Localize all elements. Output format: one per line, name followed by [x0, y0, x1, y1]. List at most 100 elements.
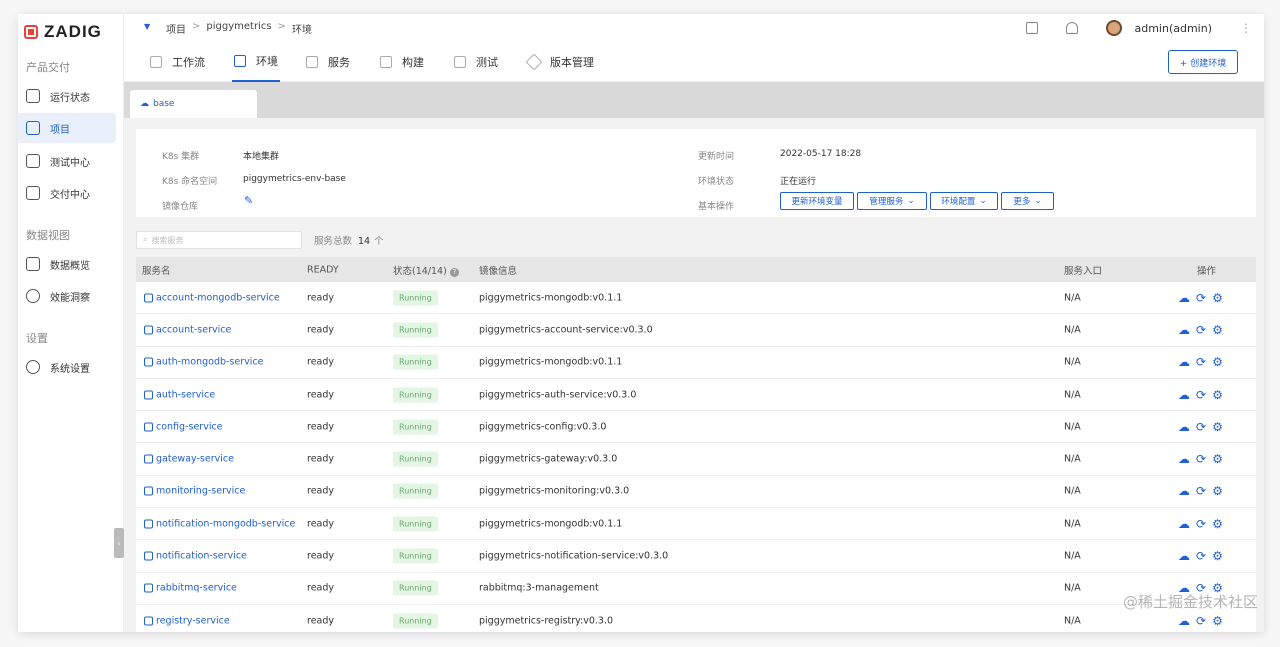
service-search-input[interactable]: ⌕ 搜索服务 — [136, 231, 302, 249]
tab-environment[interactable]: 环境 — [232, 42, 280, 82]
caret-down-icon[interactable]: ▼ — [144, 22, 150, 31]
tab-label: 服务 — [328, 56, 350, 69]
sidebar-item-delivery-center[interactable]: 交付中心 — [18, 178, 116, 208]
column-header: 操作 — [1197, 265, 1217, 277]
breadcrumb-item[interactable]: piggymetrics — [206, 21, 271, 36]
image-info: piggymetrics-mongodb:v0.1.1 — [479, 292, 623, 304]
settings-icon[interactable]: ⚙ — [1212, 355, 1223, 369]
ready-value: ready — [307, 615, 335, 627]
env-config-button[interactable]: 环境配置 ⌄ — [930, 192, 998, 210]
settings-icon[interactable]: ⚙ — [1212, 291, 1223, 305]
refresh-icon[interactable]: ⟳ — [1196, 420, 1206, 434]
service-name-link[interactable]: registry-service — [144, 615, 230, 626]
sidebar-item-data-overview[interactable]: 数据概览 — [18, 249, 116, 279]
sidebar-item-project[interactable]: 项目 — [18, 113, 116, 143]
sidebar-collapse-handle[interactable]: ‹ — [114, 528, 124, 558]
cloud-upload-icon[interactable]: ☁ — [1178, 517, 1190, 531]
service-name-link[interactable]: auth-mongodb-service — [144, 357, 263, 368]
refresh-icon[interactable]: ⟳ — [1196, 291, 1206, 305]
avatar — [1106, 20, 1123, 36]
help-icon[interactable]: ? — [449, 267, 459, 277]
refresh-icon[interactable]: ⟳ — [1196, 614, 1206, 628]
service-entry: N/A — [1064, 485, 1081, 497]
service-entry: N/A — [1064, 324, 1081, 336]
edit-icon[interactable]: ✎ — [244, 194, 253, 207]
settings-icon[interactable]: ⚙ — [1212, 323, 1223, 337]
refresh-icon[interactable]: ⟳ — [1196, 484, 1206, 498]
update-env-vars-button[interactable]: 更新环境变量 — [780, 192, 854, 210]
tab-build[interactable]: 构建 — [380, 42, 424, 82]
topbar: ▼ 项目 > piggymetrics > 环境 admin(admin) ⋮ — [124, 14, 1264, 42]
env-tab-base[interactable]: ☁ base — [130, 90, 257, 118]
settings-icon[interactable]: ⚙ — [1212, 420, 1223, 434]
chevron-down-icon: ⌄ — [907, 196, 915, 206]
settings-icon[interactable]: ⚙ — [1212, 517, 1223, 531]
cloud-upload-icon[interactable]: ☁ — [1178, 549, 1190, 563]
service-name-link[interactable]: auth-service — [144, 389, 215, 400]
status-badge: Running — [393, 613, 438, 629]
row-actions: ☁ ⟳ ⚙ — [1178, 323, 1223, 337]
sidebar-item-label: 系统设置 — [50, 363, 90, 375]
more-button[interactable]: 更多 ⌄ — [1001, 192, 1054, 210]
refresh-icon[interactable]: ⟳ — [1196, 355, 1206, 369]
breadcrumb-item[interactable]: 项目 — [166, 21, 186, 36]
user-menu[interactable]: admin(admin) — [1106, 20, 1212, 36]
settings-icon[interactable]: ⚙ — [1212, 484, 1223, 498]
table-row: monitoring-service ready Running piggyme… — [136, 475, 1256, 509]
status-badge: Running — [393, 516, 438, 532]
service-name-link[interactable]: monitoring-service — [144, 486, 245, 497]
service-name-link[interactable]: notification-mongodb-service — [144, 518, 295, 529]
cloud-upload-icon[interactable]: ☁ — [1178, 388, 1190, 402]
settings-icon[interactable]: ⚙ — [1212, 549, 1223, 563]
row-actions: ☁ ⟳ ⚙ — [1178, 614, 1223, 628]
cloud-upload-icon[interactable]: ☁ — [1178, 420, 1190, 434]
service-entry: N/A — [1064, 550, 1081, 562]
service-name-link[interactable]: notification-service — [144, 551, 247, 562]
cloud-upload-icon[interactable]: ☁ — [1178, 291, 1190, 305]
service-name-link[interactable]: account-mongodb-service — [144, 292, 280, 303]
image-info: piggymetrics-mongodb:v0.1.1 — [479, 356, 623, 368]
environment-info-card: K8s 集群 本地集群 K8s 命名空间 piggymetrics-env-ba… — [136, 129, 1256, 217]
row-actions: ☁ ⟳ ⚙ — [1178, 549, 1223, 563]
service-icon — [144, 486, 153, 496]
tab-version-management[interactable]: 版本管理 — [525, 42, 594, 82]
create-environment-button[interactable]: + 创建环境 — [1168, 50, 1238, 74]
bell-icon[interactable] — [1066, 22, 1079, 34]
sidebar-item-system-settings[interactable]: 系统设置 — [18, 352, 116, 382]
settings-icon[interactable]: ⚙ — [1212, 388, 1223, 402]
service-name-link[interactable]: gateway-service — [144, 454, 234, 465]
docs-icon[interactable] — [1026, 22, 1039, 34]
service-name: notification-service — [156, 550, 247, 562]
manage-services-button[interactable]: 管理服务 ⌄ — [857, 192, 927, 210]
settings-icon[interactable]: ⚙ — [1212, 452, 1223, 466]
refresh-icon[interactable]: ⟳ — [1196, 452, 1206, 466]
sidebar-item-run-status[interactable]: 运行状态 — [18, 81, 116, 111]
ready-value: ready — [307, 421, 335, 433]
tab-workflow[interactable]: 工作流 — [150, 42, 205, 82]
refresh-icon[interactable]: ⟳ — [1196, 517, 1206, 531]
services-icon — [306, 56, 318, 68]
refresh-icon[interactable]: ⟳ — [1196, 388, 1206, 402]
column-header: 服务入口 — [1064, 265, 1103, 277]
search-icon: ⌕ — [143, 235, 148, 244]
cloud-upload-icon[interactable]: ☁ — [1178, 355, 1190, 369]
tab-services[interactable]: 服务 — [306, 42, 350, 82]
refresh-icon[interactable]: ⟳ — [1196, 549, 1206, 563]
table-header: 服务名 READY 状态(14/14)? 镜像信息 服务入口 操作 — [136, 257, 1256, 282]
update-time-value: 2022-05-17 18:28 — [780, 149, 862, 159]
cloud-upload-icon[interactable]: ☁ — [1178, 452, 1190, 466]
settings-icon[interactable]: ⚙ — [1212, 614, 1223, 628]
more-vertical-icon[interactable]: ⋮ — [1240, 21, 1252, 35]
service-name-link[interactable]: rabbitmq-service — [144, 583, 237, 594]
tab-label: 测试 — [476, 56, 498, 69]
ready-value: ready — [307, 453, 335, 465]
cloud-upload-icon[interactable]: ☁ — [1178, 484, 1190, 498]
cloud-upload-icon[interactable]: ☁ — [1178, 323, 1190, 337]
service-name-link[interactable]: config-service — [144, 421, 223, 432]
tab-test[interactable]: 测试 — [454, 42, 498, 82]
service-name-link[interactable]: account-service — [144, 324, 231, 335]
sidebar-item-test-center[interactable]: 测试中心 — [18, 146, 116, 176]
refresh-icon[interactable]: ⟳ — [1196, 323, 1206, 337]
sidebar-item-efficiency-insight[interactable]: 效能洞察 — [18, 281, 116, 311]
cloud-upload-icon[interactable]: ☁ — [1178, 614, 1190, 628]
